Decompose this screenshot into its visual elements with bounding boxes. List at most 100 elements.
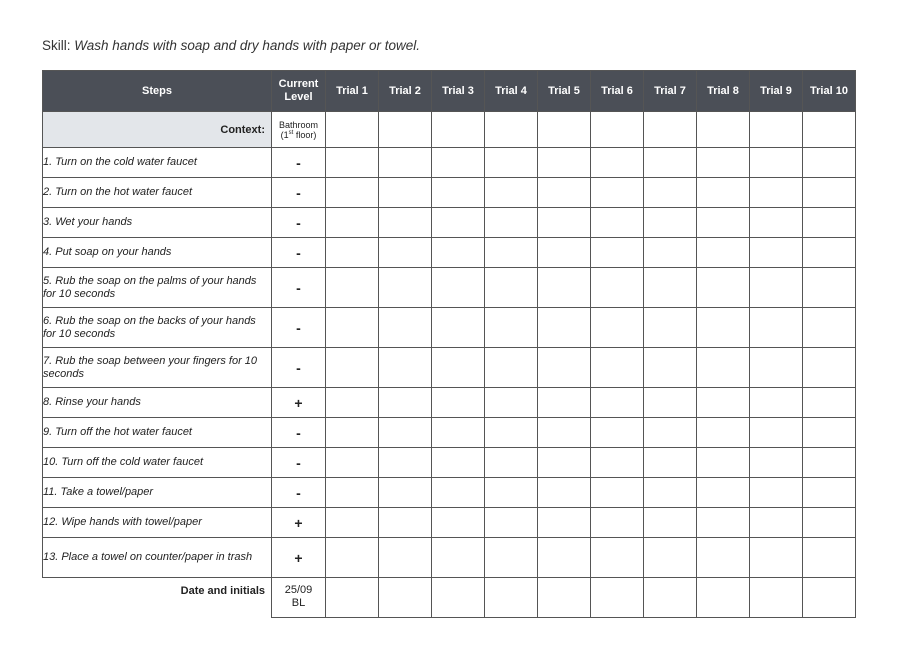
trial-cell[interactable] [325,537,379,578]
trial-cell[interactable] [431,507,485,538]
trial-cell[interactable] [802,111,856,148]
trial-cell[interactable] [378,387,432,418]
trial-cell[interactable] [802,147,856,178]
trial-cell[interactable] [431,347,485,388]
trial-cell[interactable] [484,577,538,618]
trial-cell[interactable] [431,577,485,618]
trial-cell[interactable] [325,417,379,448]
trial-cell[interactable] [537,307,591,348]
trial-cell[interactable] [696,307,750,348]
trial-cell[interactable] [590,387,644,418]
trial-cell[interactable] [431,307,485,348]
trial-cell[interactable] [643,417,697,448]
trial-cell[interactable] [484,111,538,148]
trial-cell[interactable] [696,387,750,418]
trial-cell[interactable] [643,577,697,618]
trial-cell[interactable] [696,447,750,478]
trial-cell[interactable] [484,447,538,478]
trial-cell[interactable] [325,267,379,308]
trial-cell[interactable] [696,347,750,388]
trial-cell[interactable] [643,447,697,478]
trial-cell[interactable] [325,237,379,268]
trial-cell[interactable] [378,347,432,388]
trial-cell[interactable] [378,577,432,618]
trial-cell[interactable] [643,347,697,388]
trial-cell[interactable] [802,307,856,348]
trial-cell[interactable] [484,307,538,348]
trial-cell[interactable] [696,177,750,208]
trial-cell[interactable] [484,477,538,508]
trial-cell[interactable] [537,577,591,618]
trial-cell[interactable] [537,237,591,268]
trial-cell[interactable] [431,477,485,508]
trial-cell[interactable] [643,177,697,208]
trial-cell[interactable] [431,237,485,268]
trial-cell[interactable] [802,447,856,478]
trial-cell[interactable] [749,307,803,348]
trial-cell[interactable] [378,237,432,268]
trial-cell[interactable] [378,307,432,348]
trial-cell[interactable] [590,267,644,308]
trial-cell[interactable] [537,387,591,418]
trial-cell[interactable] [643,537,697,578]
trial-cell[interactable] [484,147,538,178]
trial-cell[interactable] [749,577,803,618]
trial-cell[interactable] [749,507,803,538]
trial-cell[interactable] [537,267,591,308]
trial-cell[interactable] [325,147,379,178]
trial-cell[interactable] [749,177,803,208]
trial-cell[interactable] [696,417,750,448]
trial-cell[interactable] [590,177,644,208]
trial-cell[interactable] [378,477,432,508]
trial-cell[interactable] [431,417,485,448]
trial-cell[interactable] [484,267,538,308]
trial-cell[interactable] [378,207,432,238]
trial-cell[interactable] [643,387,697,418]
trial-cell[interactable] [590,537,644,578]
trial-cell[interactable] [484,347,538,388]
trial-cell[interactable] [325,177,379,208]
trial-cell[interactable] [378,111,432,148]
trial-cell[interactable] [802,507,856,538]
trial-cell[interactable] [431,537,485,578]
trial-cell[interactable] [696,477,750,508]
trial-cell[interactable] [696,237,750,268]
trial-cell[interactable] [590,147,644,178]
trial-cell[interactable] [537,477,591,508]
trial-cell[interactable] [431,207,485,238]
trial-cell[interactable] [749,147,803,178]
trial-cell[interactable] [802,387,856,418]
trial-cell[interactable] [590,507,644,538]
trial-cell[interactable] [643,207,697,238]
trial-cell[interactable] [537,347,591,388]
trial-cell[interactable] [537,447,591,478]
trial-cell[interactable] [431,447,485,478]
trial-cell[interactable] [802,177,856,208]
trial-cell[interactable] [802,267,856,308]
trial-cell[interactable] [696,577,750,618]
trial-cell[interactable] [537,537,591,578]
trial-cell[interactable] [325,447,379,478]
trial-cell[interactable] [484,537,538,578]
trial-cell[interactable] [378,147,432,178]
trial-cell[interactable] [696,147,750,178]
trial-cell[interactable] [590,577,644,618]
trial-cell[interactable] [537,111,591,148]
trial-cell[interactable] [802,577,856,618]
trial-cell[interactable] [378,267,432,308]
trial-cell[interactable] [643,147,697,178]
trial-cell[interactable] [696,537,750,578]
trial-cell[interactable] [749,347,803,388]
trial-cell[interactable] [431,177,485,208]
trial-cell[interactable] [802,207,856,238]
trial-cell[interactable] [325,207,379,238]
trial-cell[interactable] [378,447,432,478]
trial-cell[interactable] [749,237,803,268]
trial-cell[interactable] [537,177,591,208]
trial-cell[interactable] [749,477,803,508]
trial-cell[interactable] [749,111,803,148]
trial-cell[interactable] [484,177,538,208]
trial-cell[interactable] [802,417,856,448]
trial-cell[interactable] [749,447,803,478]
trial-cell[interactable] [590,417,644,448]
